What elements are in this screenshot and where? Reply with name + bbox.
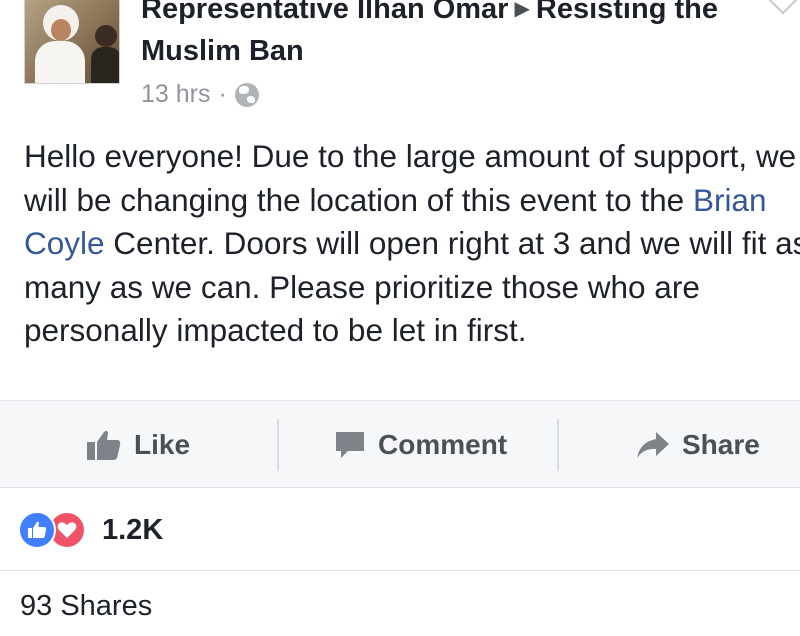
action-divider <box>277 419 279 471</box>
like-button[interactable]: Like <box>86 401 190 489</box>
author-avatar[interactable] <box>24 0 120 84</box>
author-name-link[interactable]: Representative Ilhan Omar <box>141 0 508 25</box>
share-arrow-icon <box>636 430 670 460</box>
divider <box>0 570 800 571</box>
like-reaction-icon <box>18 511 56 549</box>
action-bar: Like Comment Share <box>0 400 800 488</box>
share-button[interactable]: Share <box>636 401 760 489</box>
meta-separator: · <box>218 80 227 108</box>
caret-right-icon: ▶ <box>514 0 530 20</box>
comment-bubble-icon <box>334 429 366 461</box>
share-count-link[interactable]: 93 Shares <box>20 590 152 623</box>
post-meta: 13 hrs · <box>141 80 259 109</box>
chevron-down-icon[interactable] <box>767 0 799 15</box>
comment-button[interactable]: Comment <box>334 401 507 489</box>
post-body-text: Hello everyone! Due to the large amount … <box>24 138 800 348</box>
action-divider <box>557 419 559 471</box>
post-timestamp[interactable]: 13 hrs <box>141 80 210 109</box>
post-header-title: Representative Ilhan Omar ▶ Resisting the … <box>141 0 761 72</box>
post-card: Representative Ilhan Omar ▶ Resisting the … <box>0 0 800 636</box>
globe-icon[interactable] <box>234 82 259 107</box>
thumbs-up-icon <box>86 429 122 461</box>
reaction-count: 1.2K <box>102 513 164 546</box>
reactions-summary[interactable]: 1.2K <box>18 508 163 552</box>
